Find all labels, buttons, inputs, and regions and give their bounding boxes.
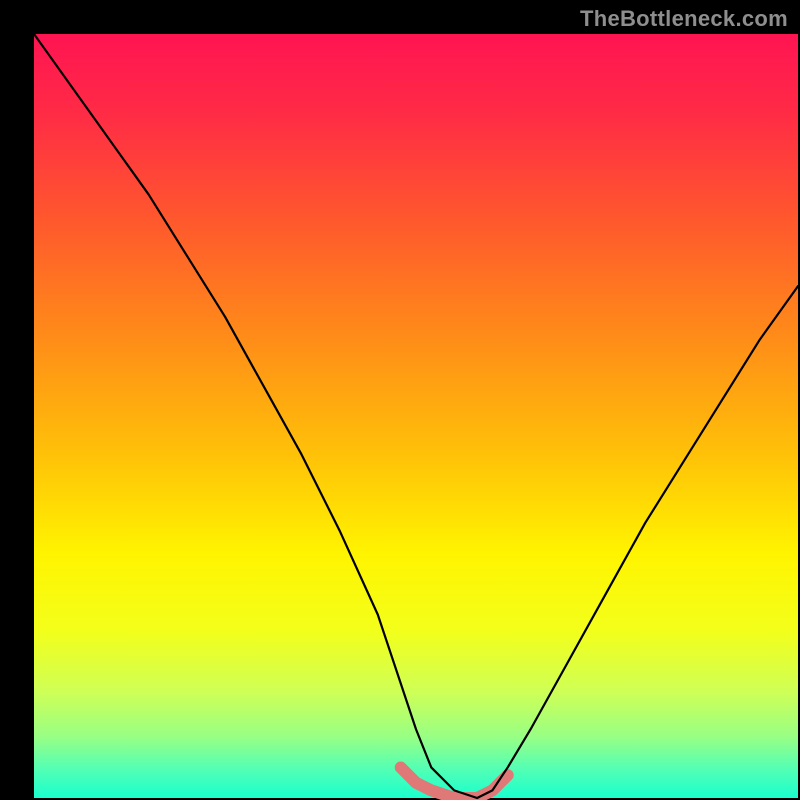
plot-background	[34, 34, 798, 798]
bottleneck-chart	[0, 0, 800, 800]
chart-stage: TheBottleneck.com	[0, 0, 800, 800]
watermark-text: TheBottleneck.com	[580, 6, 788, 32]
